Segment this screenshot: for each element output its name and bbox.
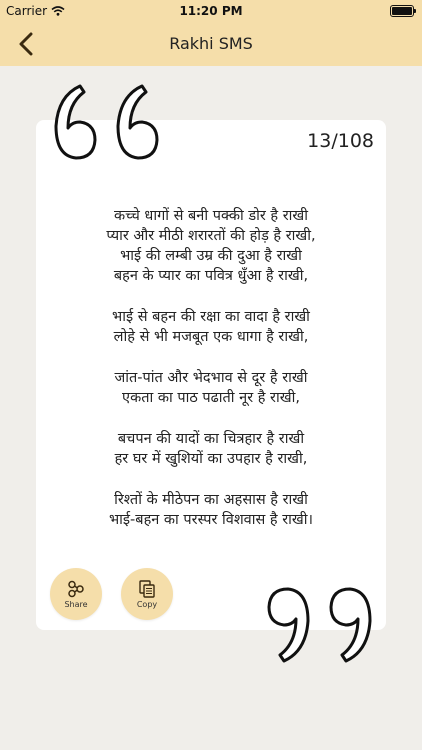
battery-level <box>392 7 412 15</box>
share-label: Share <box>64 599 88 609</box>
text-line: भाई-बहन का परस्पर विशवास है राखी। <box>108 512 314 528</box>
battery-icon <box>390 5 416 17</box>
open-quote-icon <box>54 84 159 160</box>
text-line: जांत-पांत और भेदभाव से दूर है राखी <box>114 370 308 386</box>
stanza: रिश्तों के मीठेपन का अहसास है राखी भाई-ब… <box>52 490 370 530</box>
stanza: बचपन की यादों का चित्रहार है राखी हर घर … <box>52 429 370 469</box>
stanza: जांत-पांत और भेदभाव से दूर है राखी एकता … <box>52 368 370 408</box>
text-line: हर घर में खुशियों का उपहार है राखी, <box>114 451 308 467</box>
text-line: कच्चे धागों से बनी पक्की डोर है राखी <box>113 208 309 224</box>
text-line: लोहे से भी मजबूत एक धागा है राखी, <box>113 329 309 345</box>
share-nodes-icon <box>68 580 84 597</box>
text-line: प्यार और मीठी शरारतों की होड़ है राखी, <box>106 228 316 244</box>
text-line: बचपन की यादों का चित्रहार है राखी <box>117 431 305 447</box>
close-quote-icon <box>267 587 372 663</box>
page-title: Rakhi SMS <box>169 34 253 53</box>
sms-text: कच्चे धागों से बनी पक्की डोर है राखी प्य… <box>52 206 370 551</box>
stanza: भाई से बहन की रक्षा का वादा है राखी लोहे… <box>52 307 370 347</box>
text-line: भाई से बहन की रक्षा का वादा है राखी <box>112 309 310 325</box>
copy-documents-icon <box>139 579 155 598</box>
navigation-bar: Rakhi SMS <box>0 22 422 66</box>
text-line: रिश्तों के मीठेपन का अहसास है राखी <box>114 492 308 508</box>
copy-button[interactable]: Copy <box>121 568 173 620</box>
copy-label: Copy <box>136 599 158 609</box>
status-bar: Carrier 11:20 PM <box>0 0 422 22</box>
share-button[interactable]: Share <box>50 568 102 620</box>
stanza: कच्चे धागों से बनी पक्की डोर है राखी प्य… <box>52 206 370 286</box>
text-line: भाई की लम्बी उम्र की दुआ है राखी <box>120 248 302 264</box>
text-line: एकता का पाठ पढाती नूर है राखी, <box>122 390 300 406</box>
status-time: 11:20 PM <box>179 4 243 18</box>
text-line: बहन के प्यार का पवित्र धुँआ है राखी, <box>113 268 309 284</box>
message-counter: 13/108 <box>307 130 374 152</box>
